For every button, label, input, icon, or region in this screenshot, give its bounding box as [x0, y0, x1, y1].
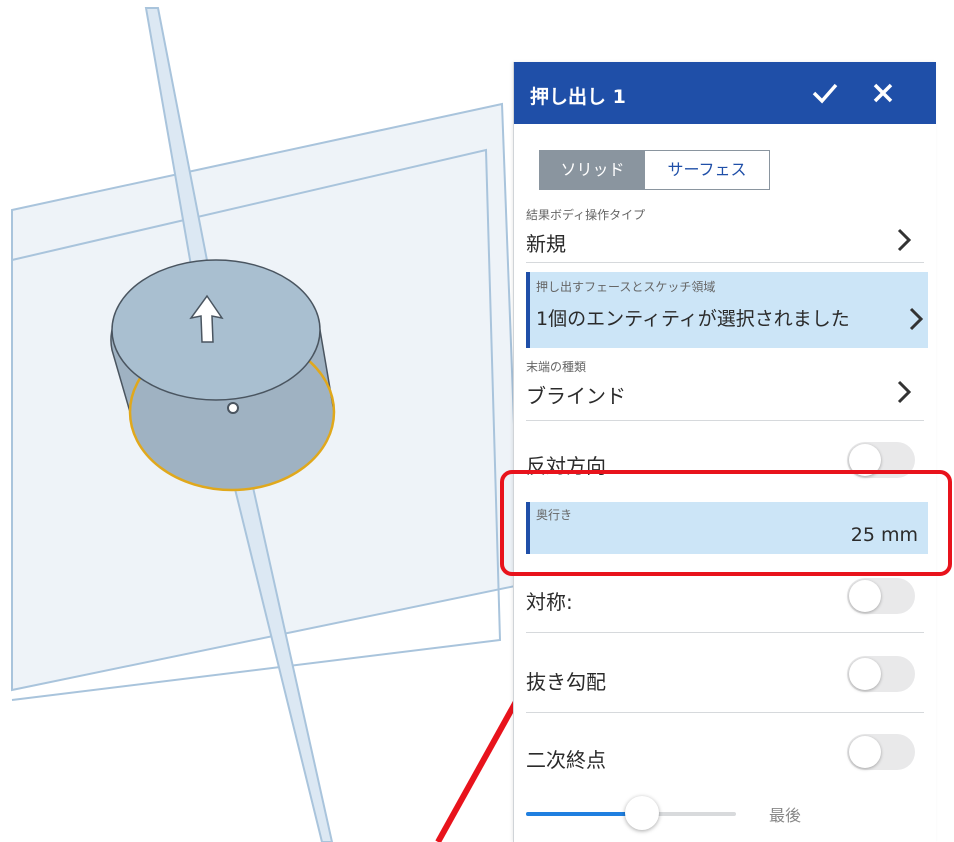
check-icon — [812, 83, 838, 104]
panel-header: 押し出し 1 — [514, 62, 936, 124]
slider-label: 最後 — [769, 806, 802, 825]
divider — [526, 262, 924, 263]
divider — [526, 712, 924, 713]
extrude-feature-panel: 押し出し 1 ソリッド サーフェス 結果ボディ操作タイプ 新規 押し出すフェース… — [513, 62, 936, 842]
result-type-row[interactable]: 結果ボディ操作タイプ 新規 — [526, 202, 924, 260]
center-point[interactable] — [227, 402, 239, 414]
annotation-highlight-box — [500, 470, 952, 576]
second-end-label: 二次終点 — [526, 748, 606, 772]
panel-title: 押し出し 1 — [530, 86, 626, 108]
close-icon — [873, 83, 893, 103]
tab-solid[interactable]: ソリッド — [539, 150, 646, 190]
divider — [526, 632, 924, 633]
cylinder-top-face[interactable] — [111, 259, 321, 401]
divider — [526, 420, 924, 421]
faces-label: 押し出すフェースとスケッチ領域 — [536, 280, 716, 294]
second-end-toggle[interactable] — [847, 734, 915, 770]
slider-track[interactable] — [526, 796, 736, 830]
result-type-value: 新規 — [526, 232, 566, 256]
end-type-value: ブラインド — [526, 384, 626, 408]
chevron-right-icon — [909, 307, 924, 331]
confirm-button[interactable] — [808, 76, 842, 110]
draft-toggle[interactable] — [847, 656, 915, 692]
faces-row[interactable]: 押し出すフェースとスケッチ領域 1個のエンティティが選択されました — [526, 272, 928, 348]
faces-value: 1個のエンティティが選択されました — [536, 308, 850, 330]
tab-surface[interactable]: サーフェス — [644, 150, 770, 190]
slider-thumb[interactable] — [624, 796, 659, 830]
chevron-right-icon — [897, 380, 912, 404]
symmetric-toggle[interactable] — [847, 578, 915, 614]
end-type-label: 末端の種類 — [526, 360, 587, 374]
chevron-right-icon — [897, 228, 912, 252]
draft-label: 抜き勾配 — [526, 670, 606, 694]
end-type-row[interactable]: 末端の種類 ブラインド — [526, 354, 924, 416]
symmetric-label: 対称: — [526, 590, 573, 614]
result-type-label: 結果ボディ操作タイプ — [526, 208, 646, 222]
close-button[interactable] — [866, 76, 900, 110]
